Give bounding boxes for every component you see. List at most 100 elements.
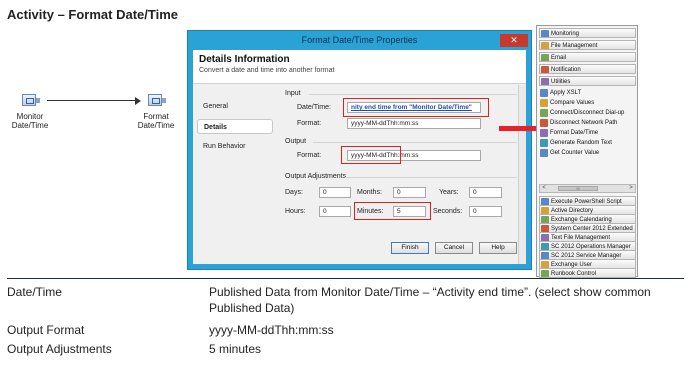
minutes-highlight bbox=[354, 202, 431, 220]
details-panel: Input Date/Time: nity end time from "Mon… bbox=[283, 90, 522, 234]
close-icon[interactable]: ✕ bbox=[500, 34, 528, 47]
category-icon bbox=[541, 66, 549, 73]
category-icon bbox=[541, 42, 549, 49]
dialog-header: Details Information Convert a date and t… bbox=[193, 50, 526, 84]
scroll-right-icon[interactable]: > bbox=[627, 185, 635, 192]
activity-item[interactable]: Compare Values bbox=[539, 98, 636, 108]
property-key: Date/Time bbox=[7, 285, 62, 299]
activity-node-icon bbox=[146, 92, 166, 110]
activity-item[interactable]: Generate Random Text bbox=[539, 138, 636, 148]
activity-icon bbox=[540, 119, 548, 127]
category-icon bbox=[541, 78, 549, 85]
callout-arrow-shaft bbox=[499, 126, 539, 131]
group-divider bbox=[345, 177, 517, 178]
nav-item-run-behavior[interactable]: Run Behavior bbox=[197, 139, 273, 154]
activity-node-icon bbox=[20, 92, 40, 110]
property-value: yyyy-MM-ddThh:mm:ss bbox=[209, 323, 334, 337]
seconds-field[interactable]: 0 bbox=[469, 206, 502, 217]
activity-icon bbox=[540, 129, 548, 137]
category-label: Utilities bbox=[551, 79, 571, 85]
years-field[interactable]: 0 bbox=[469, 187, 502, 198]
months-label: Months: bbox=[357, 189, 382, 196]
dialog-heading: Details Information bbox=[199, 54, 290, 65]
activity-icon bbox=[540, 139, 548, 147]
category-label: Monitoring bbox=[551, 31, 580, 37]
input-format-label: Format: bbox=[297, 120, 322, 127]
activity-icon bbox=[540, 89, 548, 97]
properties-dialog: Format Date/Time Properties ✕ Details In… bbox=[187, 30, 532, 270]
category-item[interactable]: Runbook Control bbox=[539, 268, 636, 278]
category-item[interactable]: Utilities bbox=[539, 76, 636, 86]
dialog-subheading: Convert a date and time into another for… bbox=[199, 67, 335, 74]
activity-label: Disconnect Network Path bbox=[550, 120, 618, 126]
activity-label: Compare Values bbox=[550, 100, 595, 106]
nav-item-details[interactable]: Details bbox=[197, 119, 273, 134]
days-field[interactable]: 0 bbox=[319, 187, 351, 198]
section-divider bbox=[7, 278, 684, 279]
property-value: Published Data from Monitor Date/Time – … bbox=[209, 285, 651, 315]
page-title: Activity – Format Date/Time bbox=[7, 7, 178, 22]
activities-scrollbar[interactable]: < III > bbox=[539, 184, 636, 193]
cancel-button[interactable]: Cancel bbox=[435, 242, 473, 254]
dialog-title: Format Date/Time Properties bbox=[301, 35, 418, 45]
dialog-nav: General Details Run Behavior bbox=[193, 85, 275, 264]
output-format-label: Format: bbox=[297, 152, 322, 159]
category-label: File Management bbox=[551, 43, 598, 49]
input-format-field[interactable]: yyyy-MM-ddThh:mm:ss bbox=[347, 118, 481, 129]
workflow-node-label: Format Date/Time bbox=[137, 112, 175, 130]
property-key: Output Adjustments bbox=[7, 342, 112, 356]
adjustments-group-label: Output Adjustments bbox=[285, 173, 347, 180]
category-icon bbox=[541, 270, 549, 277]
days-label: Days: bbox=[285, 189, 303, 196]
activity-label: Format Date/Time bbox=[550, 130, 599, 136]
category-label: Notification bbox=[551, 67, 581, 73]
activities-panel: Monitoring File Management Email Notificati… bbox=[536, 25, 638, 278]
output-format-highlight bbox=[341, 146, 401, 164]
category-item[interactable]: Email bbox=[539, 52, 636, 62]
dialog-scrollbar[interactable] bbox=[518, 85, 526, 264]
category-label: Email bbox=[551, 55, 567, 61]
activity-icon bbox=[540, 99, 548, 107]
category-item[interactable]: Notification bbox=[539, 64, 636, 74]
workflow-node-format-datetime[interactable]: Format Date/Time bbox=[131, 92, 181, 130]
activity-icon bbox=[540, 109, 548, 117]
workflow-node-monitor-datetime[interactable]: Monitor Date/Time bbox=[5, 92, 55, 130]
category-label: Runbook Control bbox=[551, 271, 597, 277]
property-key: Output Format bbox=[7, 323, 85, 337]
activity-item[interactable]: Disconnect Network Path bbox=[539, 118, 636, 128]
months-field[interactable]: 0 bbox=[393, 187, 426, 198]
scroll-thumb-grip: III bbox=[576, 186, 580, 191]
activity-item[interactable]: Connect/Disconnect Dial-up bbox=[539, 108, 636, 118]
activity-item[interactable]: Format Date/Time bbox=[539, 128, 636, 138]
hours-field[interactable]: 0 bbox=[319, 206, 351, 217]
seconds-label: Seconds: bbox=[433, 208, 463, 215]
activity-label: Generate Random Text bbox=[550, 140, 612, 146]
finish-button[interactable]: Finish bbox=[391, 242, 429, 254]
activity-label: Get Counter Value bbox=[550, 150, 600, 156]
activity-item[interactable]: Apply XSLT bbox=[539, 88, 636, 98]
workflow-node-label: Monitor Date/Time bbox=[11, 112, 49, 130]
nav-item-general[interactable]: General bbox=[197, 99, 273, 114]
category-item[interactable]: Monitoring bbox=[539, 28, 636, 38]
activity-item[interactable]: Get Counter Value bbox=[539, 148, 636, 158]
dialog-body: Details Information Convert a date and t… bbox=[193, 50, 526, 264]
years-label: Years: bbox=[439, 189, 459, 196]
category-icon bbox=[541, 54, 549, 61]
hours-label: Hours: bbox=[285, 208, 306, 215]
category-item[interactable]: File Management bbox=[539, 40, 636, 50]
output-group-label: Output bbox=[285, 138, 307, 145]
property-value: 5 minutes bbox=[209, 342, 262, 356]
activity-label: Apply XSLT bbox=[550, 90, 582, 96]
help-button[interactable]: Help bbox=[479, 242, 517, 254]
scroll-thumb[interactable]: III bbox=[558, 186, 598, 191]
activity-icon bbox=[540, 149, 548, 157]
category-icon bbox=[541, 30, 549, 37]
group-divider bbox=[313, 142, 517, 143]
input-group-label: Input bbox=[285, 90, 301, 97]
group-divider bbox=[309, 94, 517, 95]
scroll-left-icon[interactable]: < bbox=[540, 185, 548, 192]
datetime-label: Date/Time: bbox=[297, 104, 331, 111]
dialog-titlebar[interactable]: Format Date/Time Properties ✕ bbox=[188, 31, 531, 50]
datetime-highlight bbox=[343, 98, 489, 117]
workflow-link[interactable] bbox=[47, 100, 137, 101]
